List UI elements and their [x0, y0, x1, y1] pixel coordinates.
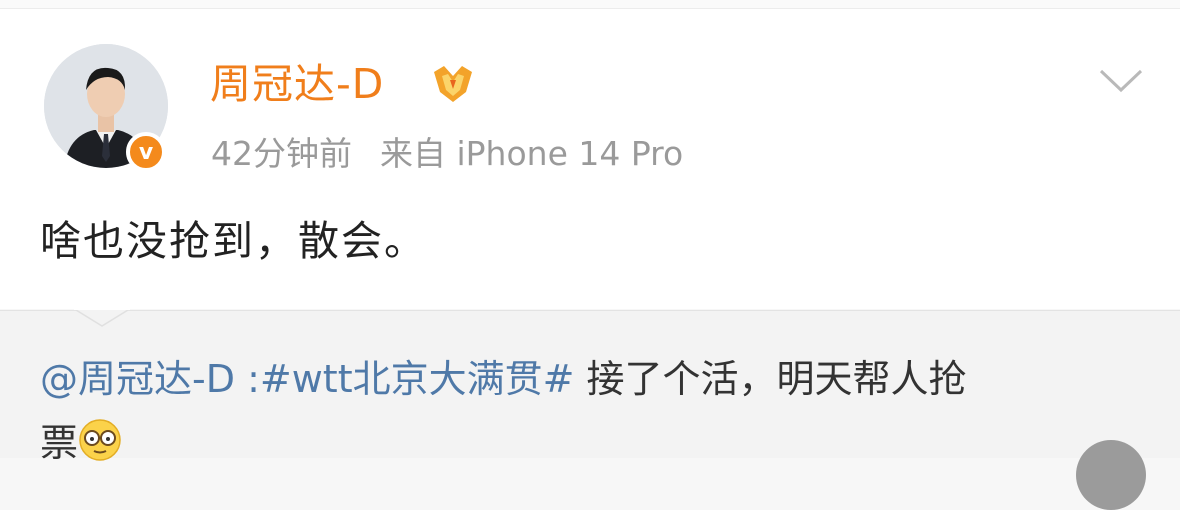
repost-text-continued: 票 — [40, 414, 122, 472]
repost-separator: : — [234, 357, 260, 401]
author-name[interactable]: 周冠达-D — [210, 56, 384, 112]
repost-body-end: 票 — [40, 421, 79, 465]
verified-icon: v — [126, 132, 166, 172]
repost-mention[interactable]: @周冠达-D — [40, 357, 235, 401]
repost-body: 接了个活，明天帮人抢 — [574, 357, 967, 401]
glasses-emoji-icon — [78, 418, 122, 462]
member-crown-icon[interactable] — [430, 62, 476, 106]
post-source[interactable]: 来自 iPhone 14 Pro — [380, 134, 683, 173]
repost-text: @周冠达-D :#wtt北京大满贯# 接了个活，明天帮人抢 — [40, 350, 967, 408]
repost-pointer — [74, 299, 130, 327]
top-strip — [0, 0, 1180, 9]
chevron-down-icon[interactable] — [1098, 66, 1144, 96]
post-time: 42分钟前 — [211, 134, 352, 173]
floating-round-button[interactable] — [1076, 440, 1146, 510]
post-text: 啥也没抢到，散会。 — [40, 217, 427, 265]
repost-hashtag[interactable]: #wtt北京大满贯# — [260, 357, 575, 401]
post-meta: 42分钟前 来自 iPhone 14 Pro — [211, 130, 683, 178]
